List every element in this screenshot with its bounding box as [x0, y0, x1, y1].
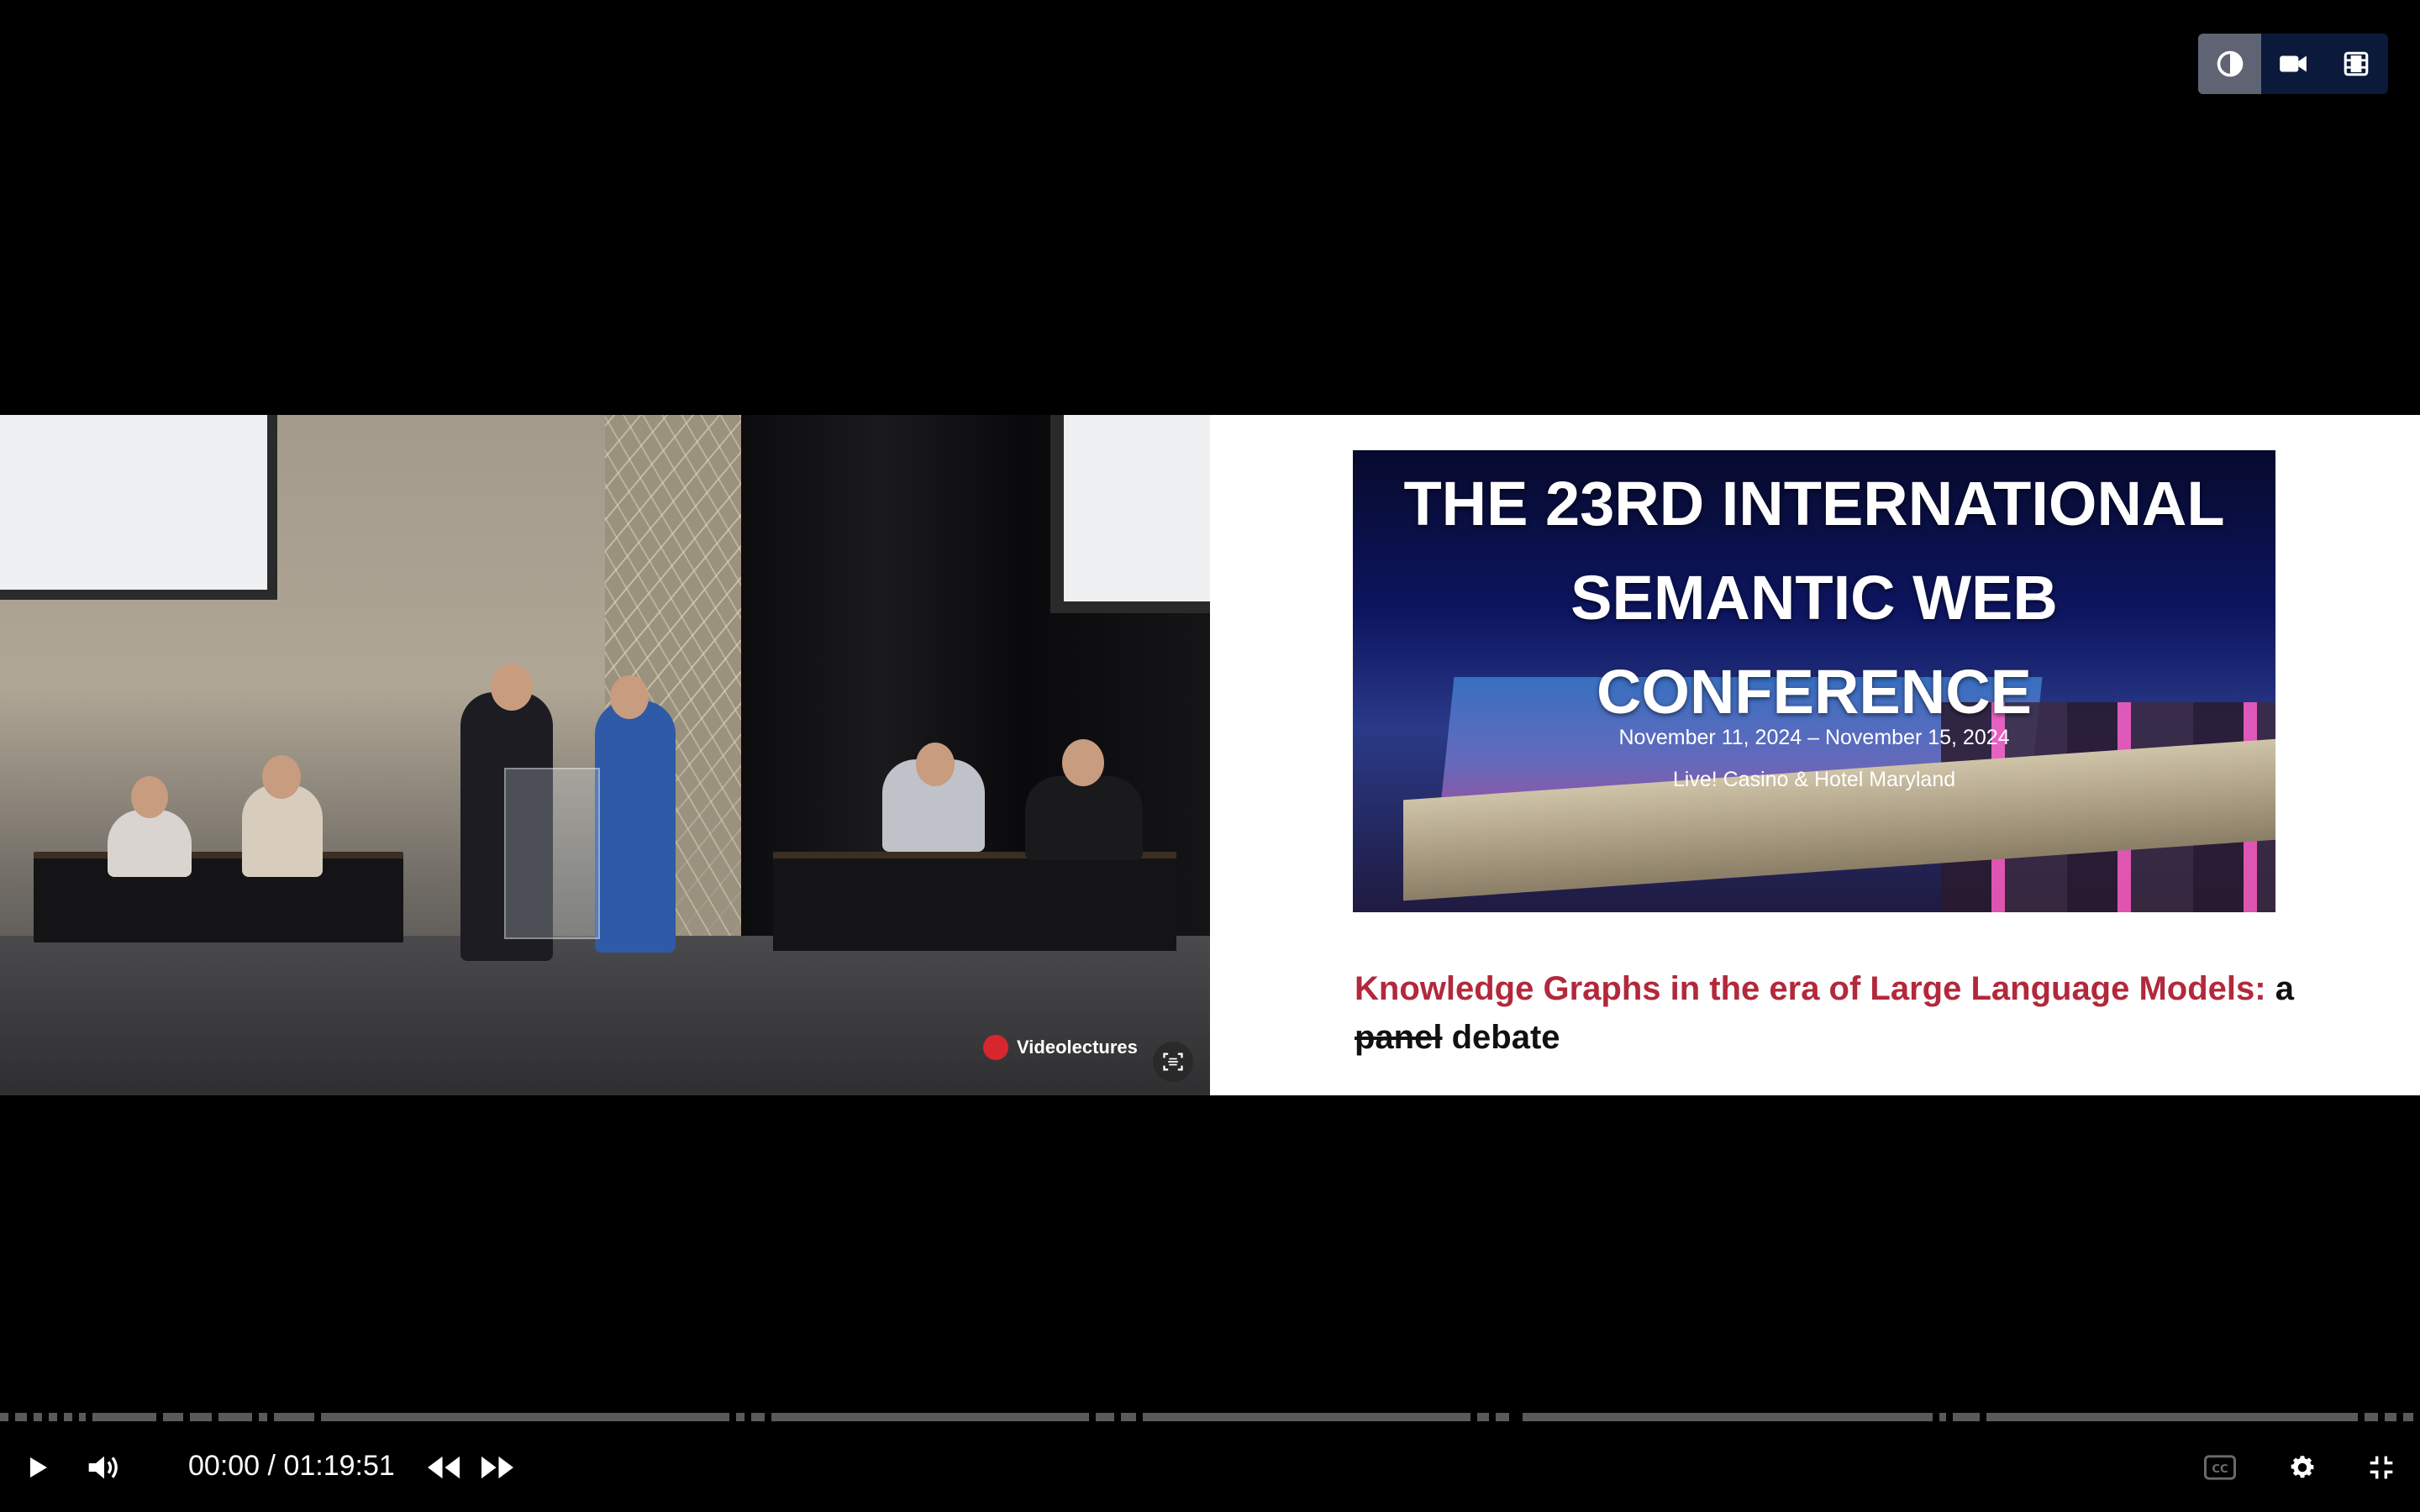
chapter-marker [183, 1413, 190, 1421]
volume-icon [88, 1456, 118, 1479]
chapter-marker [252, 1413, 259, 1421]
conference-dates: November 11, 2024 – November 15, 2024 [1618, 726, 2010, 749]
panelist-4-head [1062, 739, 1104, 786]
time-separator: / [267, 1450, 276, 1482]
chapter-marker [744, 1413, 751, 1421]
layout-switcher [2198, 34, 2388, 94]
chapter-marker [765, 1413, 771, 1421]
captions-button[interactable]: CC [2200, 1438, 2240, 1497]
chapter-marker [1489, 1413, 1496, 1421]
panelist-2-head [262, 755, 301, 799]
chapter-marker [1516, 1413, 1523, 1421]
watermark-label: Videolectures [1017, 1037, 1138, 1058]
panel-table-left [34, 852, 403, 942]
video-camera-icon [2279, 55, 2307, 72]
chapter-marker [1114, 1413, 1121, 1421]
chapter-marker [729, 1413, 736, 1421]
speaker-2 [595, 701, 676, 953]
svg-text:CC: CC [2212, 1463, 2228, 1476]
video-pane[interactable]: Videolectures [0, 415, 1210, 1095]
fast-forward-icon [481, 1456, 513, 1479]
exit-fullscreen-button[interactable] [2361, 1438, 2402, 1497]
slide-pane: THE 23RD INTERNATIONAL SEMANTIC WEB CONF… [1210, 415, 2420, 1095]
videolectures-logo-icon [983, 1035, 1008, 1060]
panelist-4 [1025, 776, 1143, 860]
scan-icon [1163, 1053, 1183, 1071]
chapter-marker [8, 1413, 15, 1421]
chapter-marker [1946, 1413, 1953, 1421]
chapter-marker [156, 1413, 163, 1421]
chapter-marker [72, 1413, 79, 1421]
duration: 01:19:51 [283, 1450, 395, 1482]
chapter-marker [212, 1413, 218, 1421]
chapter-marker [1980, 1413, 1986, 1421]
panelist-1-head [131, 776, 168, 818]
panel-table-right [773, 852, 1176, 951]
film-icon [2344, 51, 2368, 76]
chapter-marker [2378, 1413, 2385, 1421]
chapter-marker [1136, 1413, 1143, 1421]
speaker-1-head [491, 664, 533, 711]
exit-fullscreen-icon [2370, 1456, 2393, 1479]
panelist-3-head [916, 743, 955, 786]
projection-screen-right [1050, 415, 1210, 613]
settings-button[interactable] [2282, 1438, 2323, 1497]
play-icon [30, 1457, 47, 1478]
chapter-marker [27, 1413, 34, 1421]
progress-bar[interactable] [0, 1413, 2420, 1421]
chapter-marker [1509, 1413, 1516, 1421]
talk-title-struck: panel [1355, 1019, 1443, 1056]
rewind-button[interactable] [424, 1438, 464, 1497]
chapter-marker [2358, 1413, 2365, 1421]
chapter-marker [86, 1413, 92, 1421]
chapter-marker [1933, 1413, 1939, 1421]
conference-banner: THE 23RD INTERNATIONAL SEMANTIC WEB CONF… [1353, 450, 2275, 912]
time-display: 00:00 / 01:19:51 [188, 1450, 395, 1483]
chapter-marker [1089, 1413, 1096, 1421]
chapter-marker [42, 1413, 49, 1421]
rewind-icon [428, 1456, 460, 1479]
chapter-marker [2396, 1413, 2403, 1421]
fast-forward-button[interactable] [477, 1438, 518, 1497]
talk-title-end: debate [1451, 1019, 1560, 1056]
talk-title: Knowledge Graphs in the era of Large Lan… [1355, 964, 2296, 1062]
scan-button[interactable] [1153, 1042, 1193, 1082]
layout-video-button[interactable] [2261, 34, 2324, 94]
talk-title-a: a [2275, 970, 2294, 1007]
chapter-marker [1470, 1413, 1477, 1421]
current-time: 00:00 [188, 1450, 260, 1482]
speaker-2-head [610, 675, 649, 719]
banner-title-line-2: SEMANTIC WEB [1570, 563, 2058, 633]
stage-floor [0, 936, 1210, 1095]
layout-slides-button[interactable] [2324, 34, 2387, 94]
volume-button[interactable] [81, 1438, 128, 1497]
layout-both-button[interactable] [2198, 34, 2261, 94]
chapter-marker [314, 1413, 321, 1421]
play-button[interactable] [17, 1438, 57, 1497]
chapter-marker [57, 1413, 64, 1421]
chapter-marker [267, 1413, 274, 1421]
settings-icon [2291, 1456, 2314, 1478]
banner-title-line-1: THE 23RD INTERNATIONAL [1403, 469, 2225, 538]
conference-venue: Live! Casino & Hotel Maryland [1672, 768, 1956, 791]
videolectures-watermark: Videolectures [983, 1035, 1138, 1060]
projection-screen-left [0, 415, 277, 600]
talk-title-accent: Knowledge Graphs in the era of Large Lan… [1355, 970, 2266, 1007]
banner-title: THE 23RD INTERNATIONAL SEMANTIC WEB CONF… [1353, 450, 2275, 739]
chapter-marker [2413, 1413, 2420, 1421]
captions-icon: CC [2204, 1455, 2236, 1480]
contrast-icon [2217, 50, 2243, 77]
panelist-1 [108, 810, 192, 877]
podium [504, 768, 600, 939]
